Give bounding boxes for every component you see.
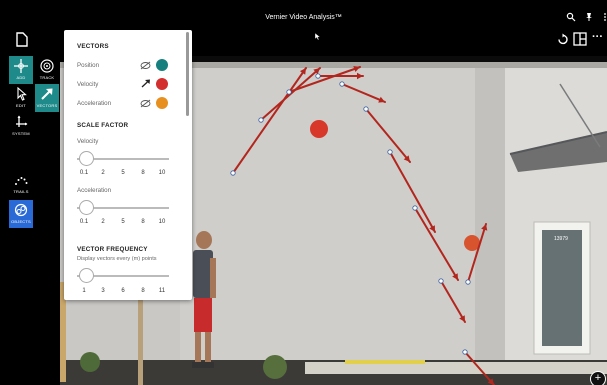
velocity-label: Velocity (77, 81, 99, 88)
tracked-point[interactable] (315, 73, 321, 79)
vector-frequency-ticks: 1 3 6 8 11 (77, 288, 173, 297)
tool-track[interactable]: TRACK (35, 56, 59, 84)
tick-label: 6 (121, 288, 125, 294)
tool-trails-label: TRAILS (13, 189, 29, 194)
tool-track-label: TRACK (39, 75, 55, 80)
tick-label: 8 (141, 170, 145, 176)
position-color-dot[interactable] (156, 59, 168, 71)
tracked-point[interactable] (462, 349, 468, 355)
arrow-icon[interactable] (140, 79, 151, 88)
trails-icon (15, 177, 28, 185)
wall-middle-section (180, 62, 480, 385)
panel-scrollbar[interactable] (186, 32, 189, 116)
door-number: 13979 (554, 236, 568, 242)
zoom-button[interactable]: + (590, 371, 606, 385)
tick-label: 8 (141, 288, 145, 294)
tick-label: 0.1 (79, 170, 89, 176)
tick-label: 2 (101, 170, 105, 176)
arrow-icon (41, 88, 53, 100)
tool-vectors[interactable]: VECTORS (35, 84, 59, 112)
pointer-edit-icon (17, 87, 27, 101)
tool-objects-label: OBJECTS (11, 219, 31, 224)
tick-label: 10 (158, 219, 166, 225)
velocity-scale-label: Velocity (77, 138, 99, 145)
pin-icon[interactable] (584, 12, 594, 22)
velocity-color-dot[interactable] (156, 78, 168, 90)
vector-frequency-heading: VECTOR FREQUENCY (77, 246, 148, 253)
menu-icon[interactable] (600, 12, 607, 22)
window-title: Vernier Video Analysis™ (265, 14, 342, 21)
tick-label: 5 (121, 219, 125, 225)
tick-label: 1 (82, 288, 86, 294)
tick-label: 8 (141, 219, 145, 225)
tracked-point[interactable] (412, 205, 418, 211)
slider-thumb[interactable] (79, 268, 94, 283)
vectors-panel: VECTORS Position Velocity Acceleration S… (64, 30, 192, 300)
acceleration-color-dot[interactable] (156, 97, 168, 109)
tool-edit[interactable]: EDIT (9, 84, 33, 112)
tracked-point[interactable] (387, 149, 393, 155)
layout-icon[interactable] (573, 32, 587, 46)
tool-edit-label: EDIT (16, 103, 26, 108)
tick-label: 0.1 (79, 219, 89, 225)
title-bar: Vernier Video Analysis™ (0, 0, 607, 28)
ball-image (310, 120, 328, 138)
acceleration-scale-ticks: 0.1 2 5 8 10 (77, 219, 173, 228)
crosshair-icon (14, 59, 28, 73)
undo-icon[interactable] (556, 33, 569, 46)
flower-bed-edge (345, 360, 425, 364)
tool-objects[interactable]: OBJECTS (9, 200, 33, 228)
objects-icon (14, 203, 28, 217)
tracked-point[interactable] (465, 279, 471, 285)
more-button[interactable]: ··· (592, 31, 603, 43)
slider-thumb[interactable] (79, 200, 94, 215)
tool-add[interactable]: ADD (9, 56, 33, 84)
search-icon[interactable] (566, 12, 576, 22)
acceleration-scale-label: Acceleration (77, 187, 112, 194)
tool-vectors-label: VECTORS (36, 103, 58, 108)
tracked-point[interactable] (286, 89, 292, 95)
tool-trails[interactable]: TRAILS (9, 170, 33, 198)
wall-pillar (475, 62, 505, 385)
eye-hidden-icon[interactable] (140, 99, 151, 108)
axes-icon (16, 115, 28, 127)
acceleration-label: Acceleration (77, 100, 112, 107)
tool-add-label: ADD (16, 75, 26, 80)
vector-frequency-slider[interactable] (77, 268, 169, 290)
tracked-point[interactable] (363, 106, 369, 112)
target-icon (40, 59, 54, 73)
bush (80, 352, 100, 372)
wood-stake (138, 292, 143, 385)
tracked-point[interactable] (258, 117, 264, 123)
vector-frequency-description: Display vectors every (m) points (77, 256, 157, 262)
tracked-point[interactable] (438, 278, 444, 284)
tick-label: 10 (158, 170, 166, 176)
door-reflection (542, 230, 582, 346)
tracked-point[interactable] (230, 170, 236, 176)
eye-hidden-icon[interactable] (140, 61, 151, 70)
tracked-point[interactable] (339, 81, 345, 87)
plant (263, 355, 287, 379)
velocity-scale-ticks: 0.1 2 5 8 10 (77, 170, 173, 179)
vectors-heading: VECTORS (77, 43, 109, 50)
cursor-icon (314, 32, 321, 41)
document-icon[interactable] (16, 32, 28, 47)
tick-label: 5 (121, 170, 125, 176)
tick-label: 11 (158, 288, 166, 294)
tick-label: 2 (101, 219, 105, 225)
tick-label: 3 (101, 288, 105, 294)
position-label: Position (77, 62, 100, 69)
tool-system[interactable]: SYSTEM (9, 112, 33, 140)
tool-sidebar: ADD TRACK EDIT VECTORS SYSTEM TRAILS OBJ… (0, 56, 64, 385)
slider-thumb[interactable] (79, 151, 94, 166)
app-window: Vernier Video Analysis™ ··· ADD TRACK ED… (0, 0, 607, 385)
tool-system-label: SYSTEM (12, 131, 30, 136)
scale-factor-heading: SCALE FACTOR (77, 122, 129, 129)
